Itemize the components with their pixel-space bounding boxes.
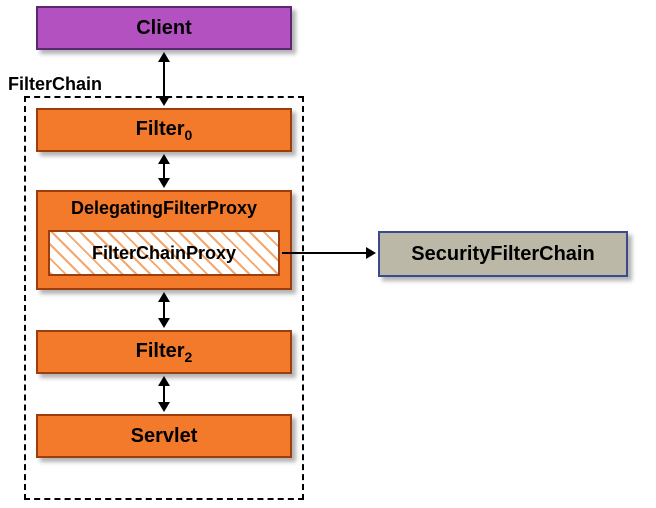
- filterchainproxy-box: FilterChainProxy: [48, 230, 280, 276]
- delegating-label: DelegatingFilterProxy: [71, 198, 257, 218]
- arrow-filter0-delegating: [163, 162, 165, 180]
- client-label: Client: [136, 17, 192, 40]
- arrow-proxy-security: [282, 252, 368, 254]
- securityfilterchain-label: SecurityFilterChain: [411, 243, 594, 266]
- client-box: Client: [36, 6, 292, 50]
- filter0-box: Filter0: [36, 108, 292, 152]
- filterchain-label: FilterChain: [8, 74, 102, 95]
- arrow-client-filter0: [163, 60, 165, 98]
- filterchainproxy-label: FilterChainProxy: [92, 243, 236, 264]
- arrow-filter2-servlet: [163, 384, 165, 404]
- filter2-box: Filter2: [36, 330, 292, 374]
- arrow-delegating-filter2: [163, 300, 165, 320]
- securityfilterchain-box: SecurityFilterChain: [378, 231, 628, 277]
- servlet-box: Servlet: [36, 414, 292, 458]
- filter2-label: Filter2: [136, 340, 193, 365]
- filter0-label: Filter0: [136, 118, 193, 143]
- servlet-label: Servlet: [131, 425, 198, 448]
